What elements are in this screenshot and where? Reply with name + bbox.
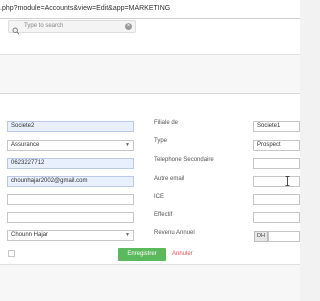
phone-field[interactable]: 0623227712 bbox=[7, 158, 134, 169]
chevron-down-icon: ▼ bbox=[125, 232, 130, 238]
form-footer bbox=[0, 264, 300, 301]
secondary-phone-label: Telephone Secondaire bbox=[154, 157, 214, 163]
content-area bbox=[0, 55, 300, 93]
secondary-phone-field[interactable] bbox=[253, 158, 300, 169]
text-cursor-icon bbox=[285, 173, 290, 191]
employees-field[interactable] bbox=[253, 212, 300, 223]
clear-search-icon[interactable]: × bbox=[125, 22, 132, 30]
url-text: .php?module=Accounts&view=Edit&app=MARKE… bbox=[0, 5, 171, 12]
other-email-label: Autre email bbox=[154, 176, 185, 182]
checkbox[interactable] bbox=[8, 250, 15, 257]
employees-label: Effectif bbox=[154, 212, 173, 218]
annual-revenue-label: Revenu Annuel bbox=[154, 230, 195, 236]
type-label: Type bbox=[154, 138, 168, 144]
parent-account-field[interactable]: Societe1 bbox=[253, 121, 300, 132]
annual-revenue-field[interactable] bbox=[268, 231, 300, 242]
email-field[interactable]: chounhajar2002@gmail.com bbox=[7, 176, 134, 187]
text-field-1[interactable] bbox=[7, 194, 134, 205]
search-input[interactable]: Type to search bbox=[24, 22, 63, 31]
chevron-down-icon: ▼ bbox=[125, 142, 130, 148]
text-field-2[interactable] bbox=[7, 212, 134, 223]
save-button[interactable]: Enregistrer bbox=[118, 248, 166, 261]
currency-badge: DH bbox=[254, 231, 268, 242]
assigned-to-select[interactable]: Chounn Hajar ▼ bbox=[7, 230, 134, 241]
search-icon bbox=[12, 22, 20, 40]
cancel-link[interactable]: Annuler bbox=[172, 248, 193, 261]
ice-label: ICE bbox=[154, 194, 165, 200]
browser-url-bar[interactable]: .php?module=Accounts&view=Edit&app=MARKE… bbox=[0, 0, 300, 19]
parent-label: Filiale de bbox=[154, 120, 179, 126]
other-email-field[interactable] bbox=[253, 176, 300, 187]
assigned-to-value: Chounn Hajar bbox=[11, 232, 49, 238]
industry-value: Assurance bbox=[11, 142, 40, 148]
account-name-field[interactable]: Societe2 bbox=[7, 121, 134, 132]
global-search[interactable]: Type to search × bbox=[8, 20, 136, 35]
ice-field[interactable] bbox=[253, 194, 300, 205]
type-select[interactable]: Prospect bbox=[253, 140, 300, 151]
industry-select[interactable]: Assurance ▼ bbox=[7, 140, 134, 151]
